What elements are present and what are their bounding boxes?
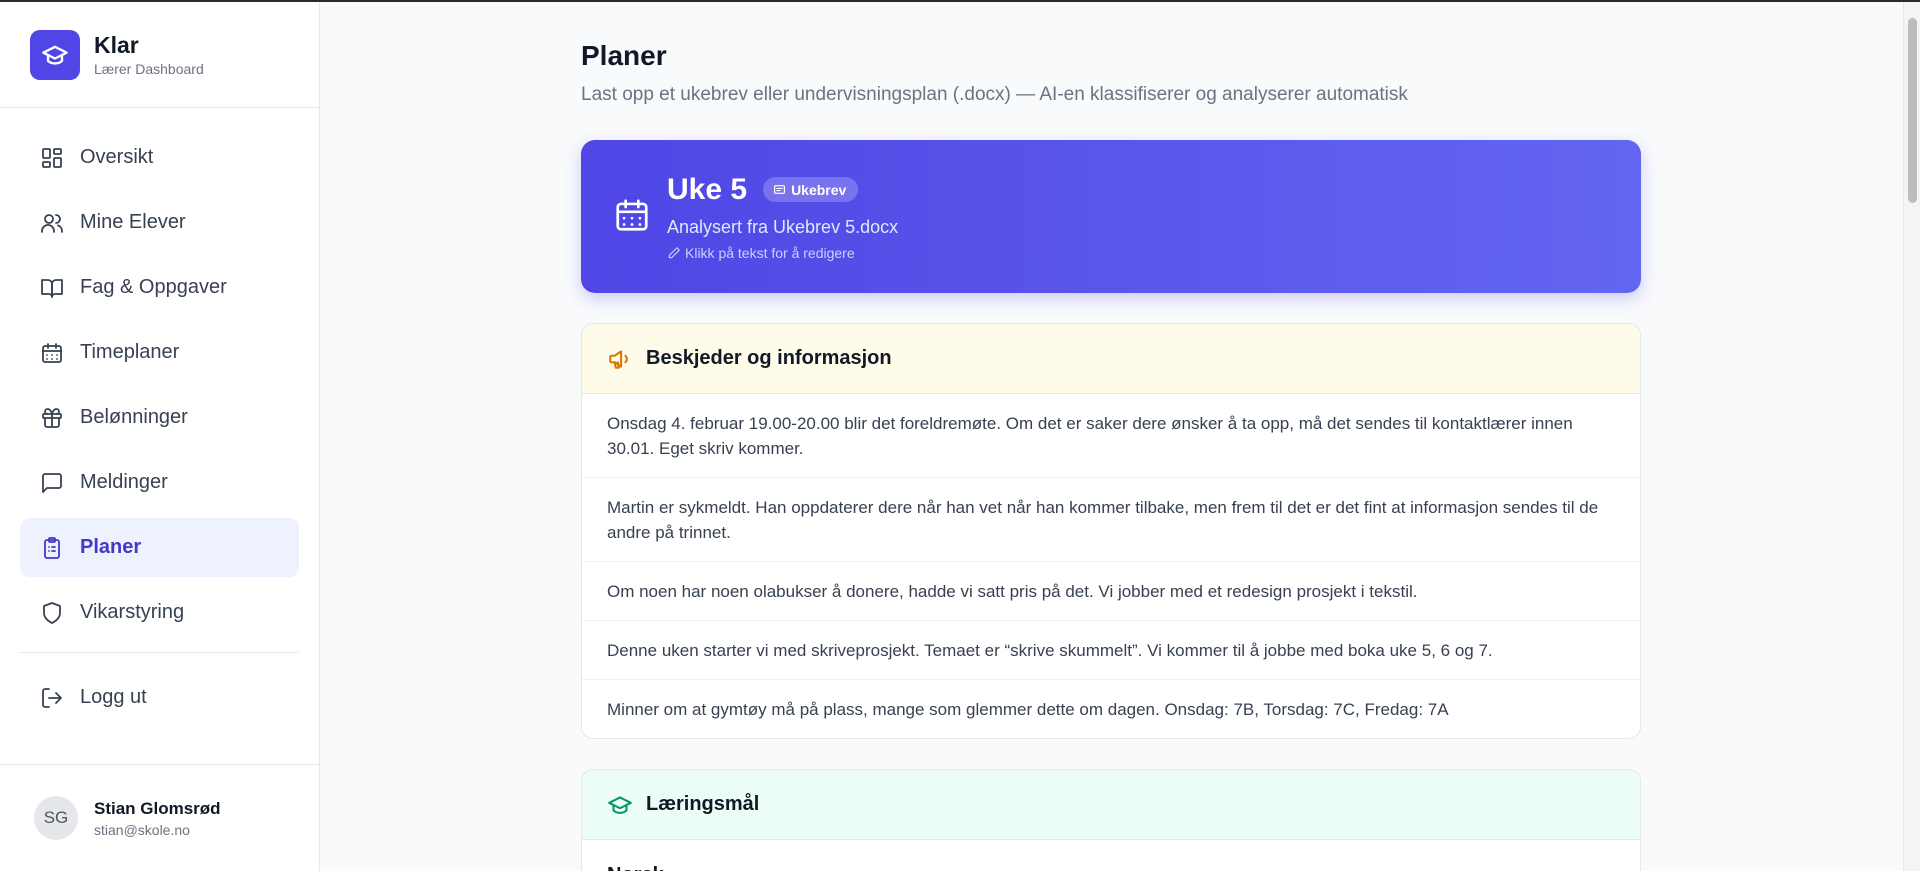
sidebar-nav: Oversikt Mine Elever Fag & Oppgaver Time… xyxy=(0,108,319,727)
learning-goals-card: Læringsmål Norsk xyxy=(581,769,1641,871)
subject-heading[interactable]: Norsk xyxy=(582,840,1640,871)
messages-card-title: Beskjeder og informasjon xyxy=(646,347,892,369)
list-item[interactable]: Minner om at gymtøy må på plass, mange s… xyxy=(582,680,1640,738)
brand: Klar Lærer Dashboard xyxy=(0,2,319,108)
sidebar-item-label: Mine Elever xyxy=(80,211,186,233)
calendar-icon xyxy=(616,198,648,231)
sidebar-item-fag-oppgaver[interactable]: Fag & Oppgaver xyxy=(20,258,299,317)
graduation-cap-icon xyxy=(30,29,80,80)
nav-divider xyxy=(20,652,299,653)
sidebar-item-oversikt[interactable]: Oversikt xyxy=(20,128,299,187)
user-name: Stian Glomsrød xyxy=(94,798,221,818)
list-item[interactable]: Martin er sykmeldt. Han oppdaterer dere … xyxy=(582,478,1640,562)
messages-card: Beskjeder og informasjon Onsdag 4. febru… xyxy=(581,323,1641,739)
page-title: Planer xyxy=(581,40,667,71)
list-item[interactable]: Onsdag 4. februar 19.00-20.00 blir det f… xyxy=(582,394,1640,478)
logout-icon xyxy=(42,687,62,708)
page-scrollbar[interactable] xyxy=(1903,2,1920,871)
shield-icon xyxy=(43,601,61,624)
logout-button[interactable]: Logg ut xyxy=(20,668,299,727)
badge-label: Ukebrev xyxy=(791,181,847,198)
document-icon xyxy=(774,185,786,194)
sidebar-item-label: Belønninger xyxy=(80,406,188,428)
calendar-icon xyxy=(42,342,62,363)
brand-title: Klar xyxy=(94,32,139,58)
pencil-icon xyxy=(668,246,680,258)
edit-hint-label: Klikk på tekst for å redigere xyxy=(685,244,855,261)
scrollbar-thumb[interactable] xyxy=(1908,18,1917,203)
sidebar-item-belonninger[interactable]: Belønninger xyxy=(20,388,299,447)
sidebar-item-label: Oversikt xyxy=(80,146,154,168)
sidebar-item-mine-elever[interactable]: Mine Elever xyxy=(20,193,299,252)
avatar: SG xyxy=(34,796,78,840)
sidebar-item-label: Fag & Oppgaver xyxy=(80,276,227,298)
plan-type-badge: Ukebrev xyxy=(763,177,859,202)
grid-icon xyxy=(42,147,62,168)
list-item[interactable]: Om noen har noen olabukser å donere, had… xyxy=(582,562,1640,621)
sidebar-item-timeplaner[interactable]: Timeplaner xyxy=(20,323,299,382)
user-profile[interactable]: SG Stian Glomsrød stian@skole.no xyxy=(0,764,319,871)
sidebar: Klar Lærer Dashboard Oversikt Mine Eleve… xyxy=(0,2,320,871)
message-icon xyxy=(42,472,62,493)
clipboard-icon xyxy=(44,536,60,559)
messages-card-header: Beskjeder og informasjon xyxy=(582,324,1640,394)
plan-title[interactable]: Uke 5 xyxy=(667,173,747,207)
book-icon xyxy=(41,278,63,298)
logout-label: Logg ut xyxy=(80,686,147,708)
sidebar-item-planer[interactable]: Planer xyxy=(20,518,299,577)
learning-goals-header: Læringsmål xyxy=(582,770,1640,840)
learning-goals-title: Læringsmål xyxy=(646,793,760,815)
brand-subtitle: Lærer Dashboard xyxy=(94,61,204,77)
sidebar-item-label: Timeplaner xyxy=(80,341,180,363)
plan-source: Analysert fra Ukebrev 5.docx xyxy=(667,216,899,237)
edit-hint: Klikk på tekst for å redigere xyxy=(667,245,898,261)
page-subtitle: Last opp et ukebrev eller undervisningsp… xyxy=(581,84,1408,105)
sidebar-item-label: Meldinger xyxy=(80,471,168,493)
graduation-cap-icon xyxy=(608,795,632,814)
sidebar-item-vikarstyring[interactable]: Vikarstyring xyxy=(20,583,299,642)
list-item[interactable]: Denne uken starter vi med skriveprosjekt… xyxy=(582,621,1640,680)
sidebar-item-meldinger[interactable]: Meldinger xyxy=(20,453,299,512)
sidebar-item-label: Planer xyxy=(80,536,142,558)
plan-header-card: Uke 5 Ukebrev Analysert fra Ukebrev 5.do… xyxy=(581,140,1641,293)
user-email: stian@skole.no xyxy=(94,821,190,838)
sidebar-item-label: Vikarstyring xyxy=(80,601,185,623)
main-content: Planer Last opp et ukebrev eller undervi… xyxy=(581,2,1641,871)
megaphone-icon xyxy=(609,349,628,369)
gift-icon xyxy=(42,407,62,428)
users-icon xyxy=(41,213,63,233)
